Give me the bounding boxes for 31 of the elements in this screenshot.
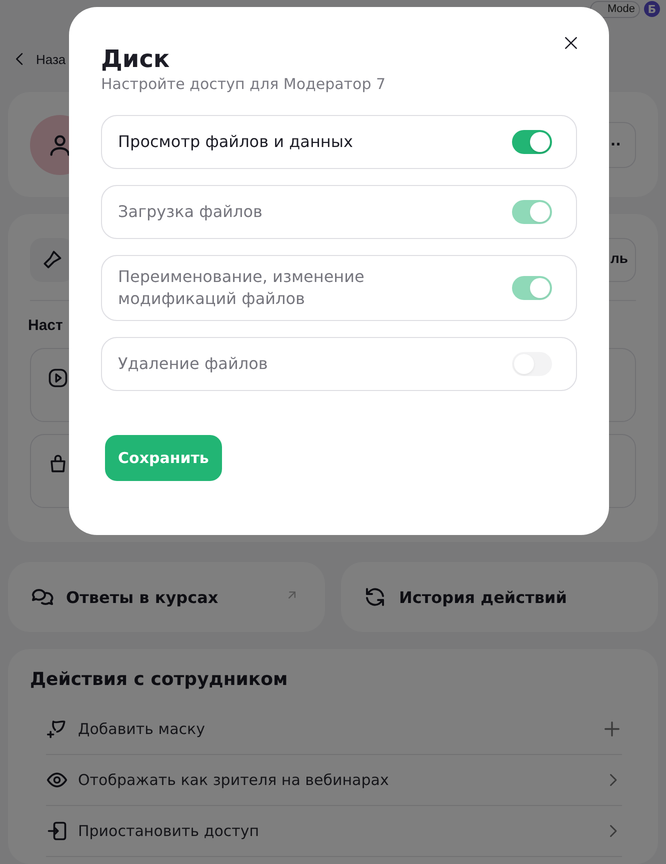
link-title: История действий (399, 588, 567, 606)
toggle-switch[interactable] (512, 130, 552, 154)
permission-label: Переименование, изменение модификаций файлов (118, 266, 366, 310)
action-item[interactable]: Отображать как зрителя на вебинарах (46, 755, 622, 806)
user-avatar[interactable]: Б (644, 1, 660, 17)
section-heading: Наст (28, 317, 64, 334)
mask-plus-icon (46, 718, 68, 740)
refresh-icon (363, 585, 387, 609)
back-link[interactable]: Наза (36, 52, 66, 66)
permission-label: Просмотр файлов и данных (118, 131, 353, 153)
action-item[interactable]: Приостановить доступ (46, 806, 622, 857)
play-icon (47, 367, 69, 389)
exit-icon (46, 820, 68, 842)
dialog-subtitle: Настройте доступ для Модератор 7 (101, 75, 387, 93)
action-label: Отображать как зрителя на вебинарах (78, 771, 390, 789)
action-item[interactable]: Добавить маску (46, 704, 622, 755)
save-button[interactable]: Сохранить (105, 435, 222, 481)
link-card[interactable]: История действий (341, 562, 658, 632)
pen-icon (41, 249, 63, 271)
action-label: Приостановить доступ (78, 822, 260, 840)
permission-label: Загрузка файлов (118, 201, 262, 223)
permission-row[interactable]: Просмотр файлов и данных (101, 115, 577, 169)
link-card[interactable]: Ответы в курсах (8, 562, 325, 632)
plus-icon (602, 719, 622, 739)
close-icon (563, 35, 579, 51)
dialog-title: Диск (101, 45, 171, 73)
link-title: Ответы в курсах (66, 588, 218, 606)
close-button[interactable] (563, 35, 579, 51)
permission-label: Удаление файлов (118, 353, 268, 375)
action-label: Добавить маску (78, 720, 206, 738)
card-title: Действия с сотрудником (30, 669, 289, 690)
